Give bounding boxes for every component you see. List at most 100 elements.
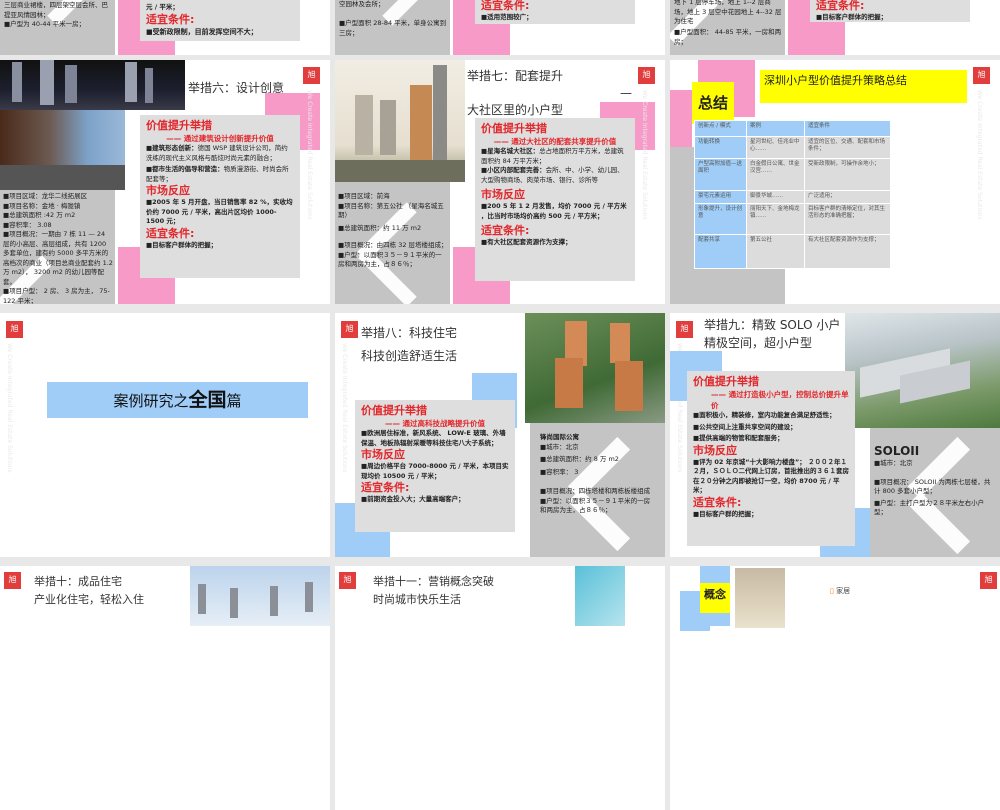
logo: 旭 [303, 67, 320, 84]
bullet-label: ■小区内部配套完善： [481, 166, 546, 174]
info-text: ■项目名称：第五公社 （星海名城五期） [338, 201, 444, 220]
lifestyle-photo [575, 566, 625, 626]
night-city-photo [0, 60, 185, 110]
condition-heading: 适宜条件: [361, 481, 410, 494]
slide-concept[interactable]: 概念 ▯ 家居 旭 [670, 566, 1000, 810]
condition-text: ■目标客户群体的把握； [146, 240, 218, 249]
logo: 旭 [676, 321, 693, 338]
interior-photo [735, 568, 785, 628]
info-title: 锋尚国际公寓 [540, 433, 579, 441]
content-box: 价值提升举措 —— 通过大社区的配套共享提升价值 ■星海名城大社区：总占地面积万… [475, 118, 635, 281]
slide-national-section[interactable]: 旭 We Create Integrated Real Estate Solut… [0, 313, 330, 557]
slide-thumbnail[interactable]: 空园林及会所； ■户型面积 28-84 平米，单身公寓到三房； 适宜条件: ■适… [335, 0, 665, 55]
slide-design-innovation[interactable]: 举措六：设计创意 旭 We Create Integrated Real Est… [0, 60, 330, 304]
measure-heading: 价值提升举措 [481, 122, 547, 135]
table-cell: 有大社区配套资源作为支撑； [804, 234, 891, 269]
info-text: 空园林及会所； [339, 0, 385, 8]
bullet-label: ■都市生活的倡导和营造： [146, 165, 224, 173]
measure-heading: 价值提升举措 [146, 119, 212, 132]
info-text: ■项目户型： 2 房、 3 房为主， 75-122 平米； [3, 287, 110, 304]
info-text: ■项目概况：四栋塔楼和两栋板楼组成 [540, 487, 651, 495]
info-text: ■户型：以面积３５－９１平米的一房和两房为主，占８６％； [338, 250, 442, 269]
bullet-text: ■欧洲居住标准，新风系统、 LOW-E 玻璃、外墙保温、地板热辐射采暖等科技住宅… [361, 429, 506, 447]
table-cell: 第五公社 [746, 234, 805, 269]
info-text: ■项目概况：一期由 7 栋 11 — 24 层的小高层、高层组成，共有 1200… [3, 230, 113, 286]
content-box: 价值提升举措 —— 通过打造极小户型，控制总价提升单价 ■面积极小，精装修，室内… [687, 371, 855, 546]
info-text: ■城市：北京 [874, 459, 913, 467]
market-heading: 市场反应 [361, 448, 405, 461]
slide-subtitle: 大社区里的小户型 [467, 103, 564, 117]
info-text: ■项目名称：金地 · 梅陇镇 [3, 201, 81, 210]
table-row: 形象提升，设计创意 丽阳天下、金地梅龙镇…… 目标客户群的清晰定位，对其生活形态的准… [694, 203, 891, 235]
bullet-icon: ▯ [830, 587, 834, 595]
table-cell: 豪宅元素运用 [694, 190, 747, 204]
condition-text: ■受新政限制，目前发挥空间不大； [146, 27, 258, 36]
content-box: 适宜条件: ■适用范围较广； [475, 0, 635, 24]
concept-item-text: 家居 [836, 587, 851, 595]
table-cell: 星河世纪、佳兆业中心…… [746, 136, 805, 159]
watermark: We Create Integrated Real Estate Solutio… [976, 90, 983, 220]
info-panel: 锋尚国际公寓 ■城市：北京 ■总建筑面积：约 8 万 m2 ■容积率： 3 ■项… [530, 423, 665, 557]
info-panel: ■项目区域：龙华二线拓展区 ■项目名称：金地 · 梅陇镇 ■总建筑面积 :42 … [0, 190, 115, 304]
info-panel: SOLOII ■城市：北京 ■项目概况： SOLOII 为两栋七层楼，共计 80… [870, 428, 1000, 557]
condition-heading: 适宜条件: [816, 0, 865, 12]
column-header: 创新点 / 模式 [694, 120, 747, 137]
table-row: 配套共享 第五公社 有大社区配套资源作为支撑； [694, 234, 891, 269]
info-text: ■容积率： 3 [540, 467, 579, 476]
slide-amenities[interactable]: 举措七：配套提升 — 大社区里的小户型 旭 We Create Integrat… [335, 60, 665, 304]
slide-thumbnail[interactable]: 地下 1 层停车场，地上 1--2 层商场，地上 3 层空中花园地上 4--32… [670, 0, 1000, 55]
table-row: 功能转换 星河世纪、佳兆业中心…… 适宜的区位、交通、配套和市场条件； [694, 136, 891, 159]
concept-label: 概念 [700, 583, 730, 613]
info-text: ■总建筑面积 :42 万 m2 [3, 211, 76, 219]
table-cell: 广泛适用； [804, 190, 891, 204]
info-text: ■户型面积： 44-85 平米，一房和两房； [674, 28, 782, 46]
info-text: ■户型为 40-44 平米一房； [4, 20, 86, 28]
market-text: ■周边价格平台 7000-8000 元 / 平米，本项目实现均价 10500 元… [361, 462, 509, 480]
slide-title: 举措七：配套提升 [467, 69, 564, 83]
info-text: ■户型：以面积３５－９１平米的一房和两房为主，占８６％； [540, 496, 651, 515]
market-heading: 市场反应 [481, 188, 525, 201]
logo: 旭 [341, 321, 358, 338]
column-header: 案例 [746, 120, 805, 137]
market-heading: 市场反应 [693, 443, 737, 457]
street-photo [0, 110, 125, 190]
measure-subheading: —— 通过大社区的配套共享提升价值 [493, 137, 617, 146]
bullet-label: ■建筑形态创新： [146, 144, 198, 152]
bullet-label: ■星海名城大社区： [481, 147, 540, 155]
condition-heading: 适宜条件: [693, 495, 742, 509]
condition-text: ■适用范围较广； [481, 13, 533, 21]
bullet-text: ■公共空间上注重共享空间的建设； [693, 422, 797, 431]
slide-marketing-concept[interactable]: 旭 举措十一：营销概念突破 时尚城市快乐生活 [335, 566, 665, 810]
slide-title: 举措十一：营销概念突破 [373, 575, 494, 588]
table-row: 户型高附加值—送面积 白金假日公寓、世金汉宫…… 受新政限制，可操作余地小； [694, 158, 891, 191]
section-title-emphasis: 全国 [188, 389, 227, 411]
table-cell: 御景华城…… [746, 190, 805, 204]
info-text: 三层商业裙楼，四层架空层会所、巴提亚风情园林； [4, 1, 108, 19]
info-panel: 地下 1 层停车场，地上 1--2 层商场，地上 3 层空中花园地上 4--32… [670, 0, 785, 55]
condition-heading: 适宜条件: [481, 0, 530, 12]
watermark: We Create Integrated Real Estate Solutio… [341, 343, 348, 473]
slide-title: 举措十：成品住宅 [34, 575, 122, 588]
slide-solo-units[interactable]: 旭 We Create Integrated Real Estate Solut… [670, 313, 1000, 557]
slide-summary[interactable]: 总结 深圳小户型价值提升策略总结 旭 We Create Integrated … [670, 60, 1000, 304]
watermark: We Create Integrated Real Estate Solutio… [6, 343, 13, 473]
slide-thumbnail[interactable]: 三层商业裙楼，四层架空层会所、巴提亚风情园林； ■户型为 40-44 平米一房；… [0, 0, 330, 55]
info-text: ■户型：主打户型为２８平米左右小户型； [874, 498, 985, 517]
slide-title: 举措八：科技住宅 [361, 326, 458, 340]
measure-subheading: —— 通过打造极小户型，控制总价提升单价 [711, 390, 849, 410]
table-cell: 适宜的区位、交通、配套和市场条件； [804, 136, 891, 159]
content-box: 元 / 平米； 适宜条件: ■受新政限制，目前发挥空间不大； [140, 0, 300, 41]
slide-finished-housing[interactable]: 旭 举措十：成品住宅 产业化住宅，轻松入住 [0, 566, 330, 810]
table-cell: 受新政限制，可操作余地小； [804, 158, 891, 191]
info-text: 地下 1 层停车场，地上 1--2 层商场，地上 3 层空中花园地上 4--32… [674, 0, 782, 25]
solo-building-photo [845, 313, 1000, 428]
slide-subtitle: 科技创造舒适生活 [361, 349, 458, 363]
measure-subheading: —— 通过建筑设计创新提升价值 [166, 134, 274, 143]
concept-item: ▯ 家居 [830, 586, 850, 596]
condition-heading: 适宜条件: [146, 12, 195, 26]
slide-tech-housing[interactable]: 旭 We Create Integrated Real Estate Solut… [335, 313, 665, 557]
table-cell: 功能转换 [694, 136, 747, 159]
content-box: 价值提升举措 —— 通过建筑设计创新提升价值 ■建筑形态创新：德国 WSP 建筑… [140, 115, 300, 278]
logo: 旭 [6, 321, 23, 338]
market-text: ■2005 年 5 月开盘，当日销售率 82 %，实收均价约 7000 元 / … [146, 198, 293, 225]
